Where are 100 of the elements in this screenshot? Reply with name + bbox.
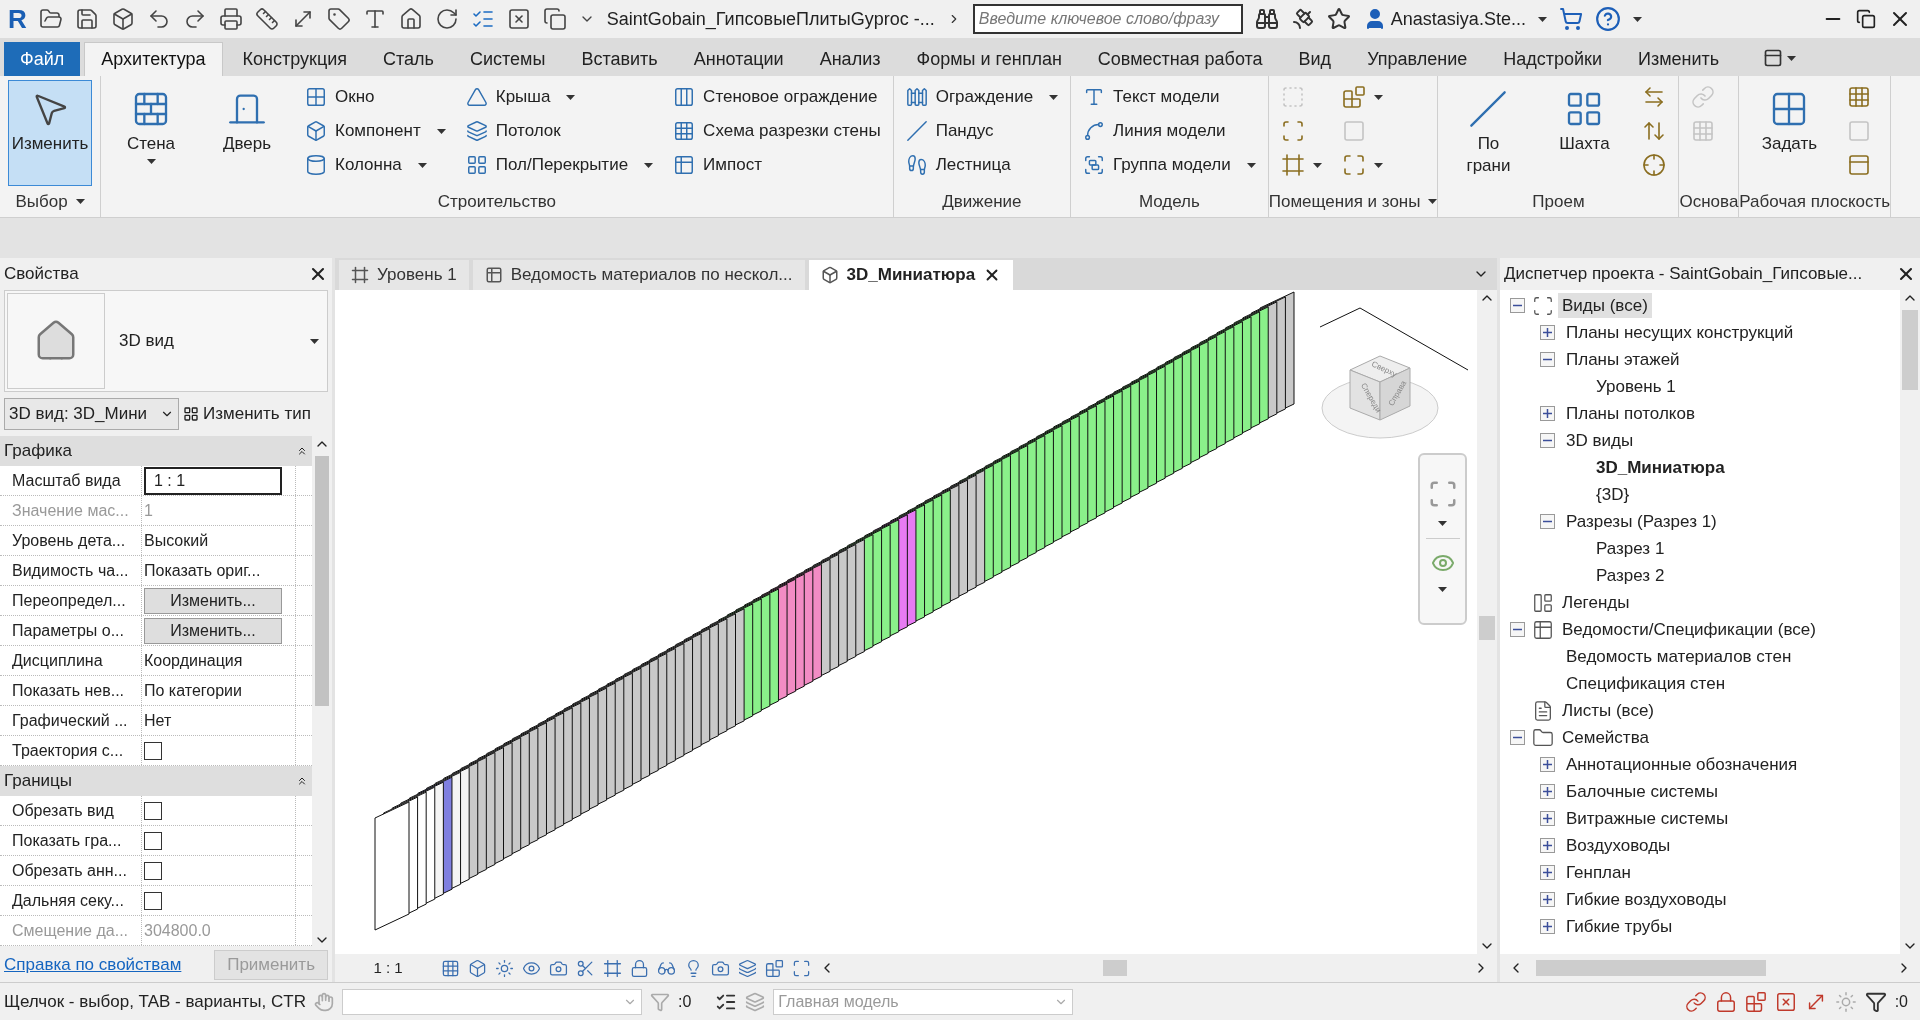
tree-item[interactable]: Аннотационные обозначения xyxy=(1562,751,1802,778)
satellite-icon[interactable] xyxy=(1290,7,1315,31)
ribbon-tool-button[interactable]: Компонент xyxy=(301,114,450,148)
collapse-icon[interactable] xyxy=(1509,622,1525,637)
checkbox[interactable] xyxy=(144,801,162,820)
close-hidden-icon[interactable] xyxy=(506,7,531,31)
expand-icon[interactable] xyxy=(1539,757,1555,772)
instance-select[interactable]: 3D вид: 3D_Мини xyxy=(4,398,179,430)
tree-item[interactable]: Планы несущих конструкций xyxy=(1562,319,1798,346)
tree-item[interactable]: Гибкие трубы xyxy=(1562,913,1677,940)
switch-windows-icon[interactable] xyxy=(542,7,567,31)
ribbon-tool-button[interactable]: Линия модели xyxy=(1079,114,1260,148)
link-icon[interactable] xyxy=(1684,990,1707,1013)
group-header[interactable]: Границы xyxy=(0,766,312,796)
tree-item[interactable]: 3D виды xyxy=(1562,427,1638,454)
cube-icon[interactable] xyxy=(110,7,135,31)
filter-icon[interactable] xyxy=(1864,990,1887,1013)
ribbon-tab[interactable]: Анализ xyxy=(803,42,897,76)
expand-icon[interactable] xyxy=(1539,892,1555,907)
ribbon-toggle-icon[interactable] xyxy=(1763,48,1784,68)
restore-icon[interactable] xyxy=(1856,9,1876,29)
crop-icon[interactable] xyxy=(576,958,595,978)
maximize-icon[interactable] xyxy=(792,958,811,978)
ribbon-tab[interactable]: Файл xyxy=(4,42,81,76)
tag-icon[interactable] xyxy=(326,7,351,31)
scroll-thumb[interactable] xyxy=(1902,310,1918,390)
visual-style-icon[interactable] xyxy=(468,958,487,978)
ribbon-tool-button[interactable]: Схема разрезки стены xyxy=(669,114,885,148)
tree-item[interactable]: Семейства xyxy=(1558,724,1653,751)
tree-item[interactable]: Балочные системы xyxy=(1562,778,1722,805)
checkbox[interactable] xyxy=(144,741,162,760)
tree-item[interactable]: Генплан xyxy=(1562,859,1635,886)
ribbon-tool-button[interactable]: Крыша xyxy=(461,80,658,114)
app-logo[interactable]: R xyxy=(8,0,27,39)
checkbox[interactable] xyxy=(144,861,162,880)
ribbon-tool-button[interactable]: Лестница xyxy=(901,148,1063,182)
ribbon-tool-button[interactable]: Задать xyxy=(1747,80,1832,186)
expand-icon[interactable] xyxy=(1539,784,1555,799)
view-tab[interactable]: Уровень 1 xyxy=(339,260,469,290)
collapse-icon[interactable] xyxy=(1539,514,1555,529)
ribbon-tool-button[interactable]: Пандус xyxy=(901,114,1063,148)
help-link[interactable]: Справка по свойствам xyxy=(4,952,182,978)
collapse-icon[interactable] xyxy=(1509,730,1525,745)
ribbon-tool-button[interactable]: Группа модели xyxy=(1079,148,1260,182)
ruler-icon[interactable] xyxy=(254,7,279,31)
ribbon-tool-button[interactable]: Дверь xyxy=(205,80,289,186)
collapse-icon[interactable] xyxy=(1509,298,1525,313)
ribbon-tab[interactable]: Совместная работа xyxy=(1081,42,1279,76)
ribbon-tab[interactable]: Формы и генплан xyxy=(900,42,1078,76)
sun-icon[interactable] xyxy=(495,958,514,978)
scroll-thumb[interactable] xyxy=(1103,960,1127,976)
collapse-icon[interactable] xyxy=(1539,433,1555,448)
tree-item[interactable]: Разрез 2 xyxy=(1592,562,1669,589)
expand-icon[interactable] xyxy=(1539,811,1555,826)
save-icon[interactable] xyxy=(74,7,99,31)
ribbon-tool-button[interactable]: Колонна xyxy=(301,148,450,182)
ribbon-tab[interactable]: Аннотации xyxy=(677,42,800,76)
tree-item[interactable]: Витражные системы xyxy=(1562,805,1733,832)
tree-item[interactable]: Виды (все) xyxy=(1558,292,1652,319)
view-tab[interactable]: 3D_Миниатюра xyxy=(808,260,1014,290)
star-icon[interactable] xyxy=(1326,7,1351,31)
crop-region-icon[interactable] xyxy=(603,958,622,978)
ribbon-tool-button[interactable]: Стеновое ограждение xyxy=(669,80,885,114)
tree-item[interactable]: Воздуховоды xyxy=(1562,832,1675,859)
tree-item[interactable]: Планы потолков xyxy=(1562,400,1699,427)
type-selector[interactable]: 3D вид xyxy=(4,290,328,392)
ribbon-tool-button[interactable]: Текст модели xyxy=(1079,80,1260,114)
tree-item[interactable]: Гибкие воздуховоды xyxy=(1562,886,1731,913)
checkbox[interactable] xyxy=(144,891,162,910)
tree-item[interactable]: 3D_Миниатюра xyxy=(1592,454,1729,481)
ribbon-tab[interactable]: Изменить xyxy=(1622,42,1736,76)
tree-item[interactable]: Ведомости/Спецификации (все) xyxy=(1558,616,1820,643)
blocks-icon[interactable] xyxy=(765,958,784,978)
detail-level-icon[interactable] xyxy=(441,958,460,978)
ribbon-tool-button[interactable]: Импост xyxy=(669,148,885,182)
help-icon[interactable] xyxy=(1594,6,1621,32)
ribbon-tab[interactable]: Архитектура xyxy=(84,42,223,76)
blocks-icon[interactable] xyxy=(1744,990,1767,1013)
lock-icon[interactable] xyxy=(1714,990,1737,1013)
print-icon[interactable] xyxy=(218,7,243,31)
group-header[interactable]: Графика xyxy=(0,436,312,466)
binoculars-icon[interactable] xyxy=(1254,7,1279,31)
ribbon-tab[interactable]: Надстройки xyxy=(1487,42,1618,76)
ribbon-tab[interactable]: Системы xyxy=(453,42,562,76)
expand-icon[interactable] xyxy=(1539,406,1555,421)
expand-icon[interactable] xyxy=(1539,919,1555,934)
tree-item[interactable]: Легенды xyxy=(1558,589,1634,616)
ribbon-tab[interactable]: Конструкция xyxy=(226,42,363,76)
ribbon-tool-button[interactable]: Пол/Перекрытие xyxy=(461,148,658,182)
ribbon-tab[interactable]: Вставить xyxy=(565,42,674,76)
view-tab[interactable]: Ведомость материалов по нескол... xyxy=(472,260,805,290)
ribbon-tool-button[interactable]: Ограждение xyxy=(901,80,1063,114)
ribbon-tool-button[interactable]: Изменить xyxy=(8,80,92,186)
folder-icon[interactable] xyxy=(38,7,63,31)
tree-item[interactable]: Спецификация стен xyxy=(1562,670,1730,697)
search-field[interactable]: Введите ключевое слово/фразу xyxy=(972,4,1243,34)
value-field[interactable]: 1 : 1 xyxy=(144,466,282,495)
layers-icon[interactable] xyxy=(738,958,757,978)
ribbon-tab[interactable]: Вид xyxy=(1282,42,1348,76)
expand-icon[interactable] xyxy=(1539,838,1555,853)
